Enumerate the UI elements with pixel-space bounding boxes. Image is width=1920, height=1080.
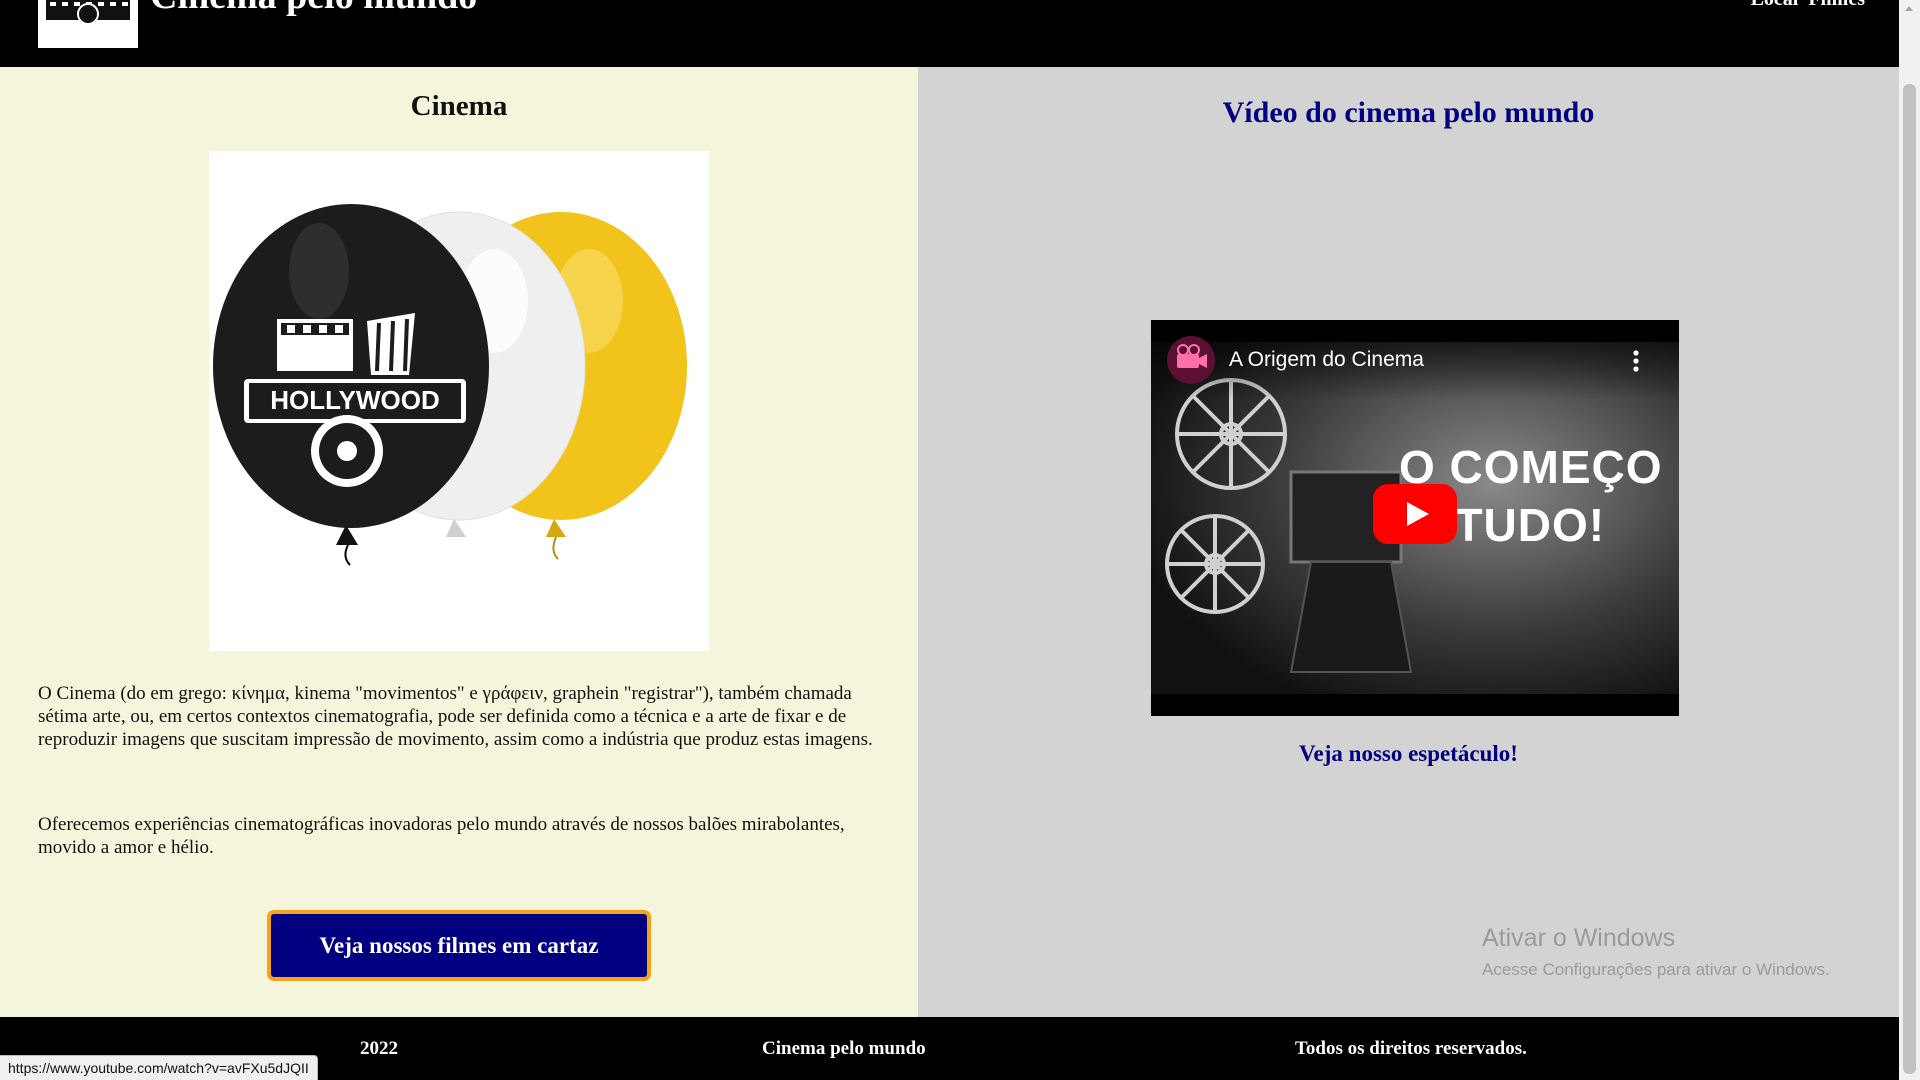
windows-activation-subtitle: Acesse Configurações para ativar o Windo…: [1482, 960, 1830, 979]
video-title[interactable]: A Origem do Cinema: [1229, 348, 1424, 372]
hollywood-balloons-illustration: HOLLYWOOD: [213, 204, 687, 566]
video-section-title: Vídeo do cinema pelo mundo: [1222, 96, 1595, 129]
status-bar-url: https://www.youtube.com/watch?v=avFXu5dJ…: [0, 1055, 318, 1080]
section-title: Cinema: [410, 90, 508, 122]
video-top-bar: A Origem do Cinema: [1151, 320, 1679, 400]
scrollbar-thumb[interactable]: [1903, 84, 1916, 1074]
balloons-image: HOLLYWOOD: [209, 151, 709, 651]
footer-year: 2022: [360, 1038, 398, 1059]
show-link[interactable]: Veja nosso espetáculo!: [918, 741, 1899, 767]
youtube-video-embed[interactable]: A Origem do Cinema O COMEÇO E TUDO!: [1151, 320, 1679, 716]
company-description: Oferecemos experiências cinematográficas…: [38, 814, 845, 858]
cinema-section: Cinema HOLLYWOOD O Cinema (do em grego: …: [0, 67, 918, 1017]
site-header: Cinema pelo mundo Local Filmes: [0, 0, 1899, 67]
film-reel-logo-icon: [38, 0, 138, 48]
page-scrollbar[interactable]: [1899, 0, 1920, 1080]
scroll-up-arrow-icon[interactable]: [1905, 6, 1913, 11]
site-logo[interactable]: [38, 0, 138, 48]
footer-rights: Todos os direitos reservados.: [1295, 1038, 1527, 1059]
video-section: Vídeo do cinema pelo mundo A Origem do C…: [918, 67, 1899, 1017]
more-options-icon[interactable]: [1633, 350, 1639, 372]
footer-site-name: Cinema pelo mundo: [762, 1038, 926, 1059]
main-nav: Local Filmes: [1751, 0, 1865, 11]
film-camera-icon: [1177, 344, 1207, 368]
view-movies-button[interactable]: Veja nossos filmes em cartaz: [267, 910, 651, 981]
play-icon: [1407, 502, 1429, 526]
youtube-play-button[interactable]: [1373, 484, 1457, 544]
channel-avatar[interactable]: [1167, 336, 1215, 384]
cinema-description: O Cinema (do em grego: κίνημα, kinema "m…: [38, 683, 873, 750]
nav-link-filmes[interactable]: Filmes: [1808, 0, 1865, 11]
site-title: Cinema pelo mundo: [150, 0, 477, 18]
windows-activation-title: Ativar o Windows: [1482, 924, 1676, 952]
hollywood-image-text: HOLLYWOOD: [270, 385, 439, 415]
nav-link-local[interactable]: Local: [1751, 0, 1799, 11]
